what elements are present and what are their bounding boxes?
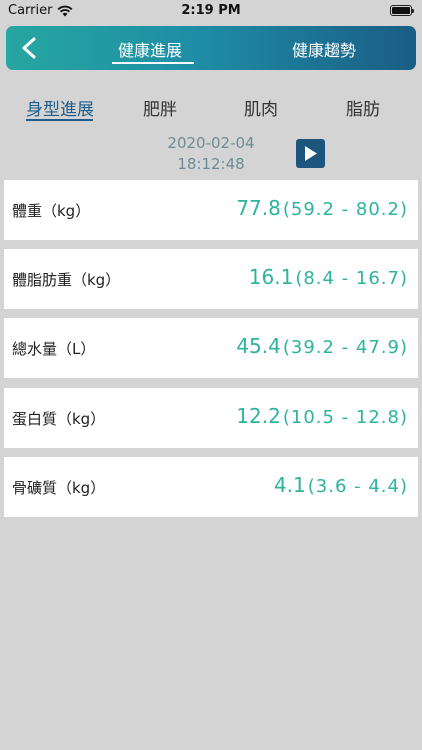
back-button[interactable] <box>14 32 46 64</box>
metric-label: 體脂肪重（kg） <box>12 271 121 289</box>
subtab-fat[interactable]: 脂肪 <box>346 95 380 120</box>
metric-range: (59.2 - 80.2) <box>282 199 408 220</box>
active-tab-indicator <box>112 62 194 64</box>
metric-label: 蛋白質（kg） <box>12 410 106 428</box>
play-button[interactable] <box>296 139 325 168</box>
metric-values: 16.1 (8.4 - 16.7) <box>249 265 408 289</box>
metric-value: 12.2 <box>236 404 281 428</box>
status-time: 2:19 PM <box>181 3 241 18</box>
metric-label: 體重（kg） <box>12 202 91 220</box>
header-bar: 健康進展 健康趨勢 <box>6 26 416 70</box>
metric-range: (3.6 - 4.4) <box>307 476 408 497</box>
measure-time: 18:12:48 <box>177 155 245 173</box>
tab-health-trend[interactable]: 健康趨勢 <box>292 37 356 61</box>
subtab-muscle[interactable]: 肌肉 <box>244 95 278 120</box>
metric-values: 4.1 (3.6 - 4.4) <box>274 473 408 497</box>
metric-label: 總水量（L） <box>12 340 96 358</box>
battery-icon <box>390 5 414 16</box>
subtab-obesity[interactable]: 肥胖 <box>143 95 177 120</box>
metric-row-body-fat-mass: 體脂肪重（kg） 16.1 (8.4 - 16.7) <box>4 249 418 309</box>
metric-value: 4.1 <box>273 473 306 497</box>
metric-values: 77.8 (59.2 - 80.2) <box>236 196 408 220</box>
play-icon <box>305 146 317 161</box>
metric-values: 45.4 (39.2 - 47.9) <box>236 334 408 358</box>
metric-range: (8.4 - 16.7) <box>295 268 408 289</box>
subtab-body-progress[interactable]: 身型進展 <box>26 95 94 120</box>
metric-value: 16.1 <box>248 265 294 289</box>
metric-value: 45.4 <box>236 334 281 358</box>
status-bar: Carrier 2:19 PM <box>0 0 422 22</box>
metric-range: (39.2 - 47.9) <box>282 337 408 358</box>
metric-label: 骨礦質（kg） <box>12 479 106 497</box>
measure-date: 2020-02-04 <box>167 134 255 152</box>
active-subtab-indicator <box>26 119 93 121</box>
metric-values: 12.2 (10.5 - 12.8) <box>236 404 408 428</box>
metric-row-protein: 蛋白質（kg） 12.2 (10.5 - 12.8) <box>4 388 418 448</box>
metric-value: 77.8 <box>236 196 281 220</box>
tab-health-progress[interactable]: 健康進展 <box>118 37 182 61</box>
metric-row-total-water: 總水量（L） 45.4 (39.2 - 47.9) <box>4 318 418 378</box>
metric-row-weight: 體重（kg） 77.8 (59.2 - 80.2) <box>4 180 418 240</box>
metric-row-bone-mineral: 骨礦質（kg） 4.1 (3.6 - 4.4) <box>4 457 418 517</box>
metric-range: (10.5 - 12.8) <box>282 407 408 428</box>
chevron-left-icon <box>22 37 36 59</box>
